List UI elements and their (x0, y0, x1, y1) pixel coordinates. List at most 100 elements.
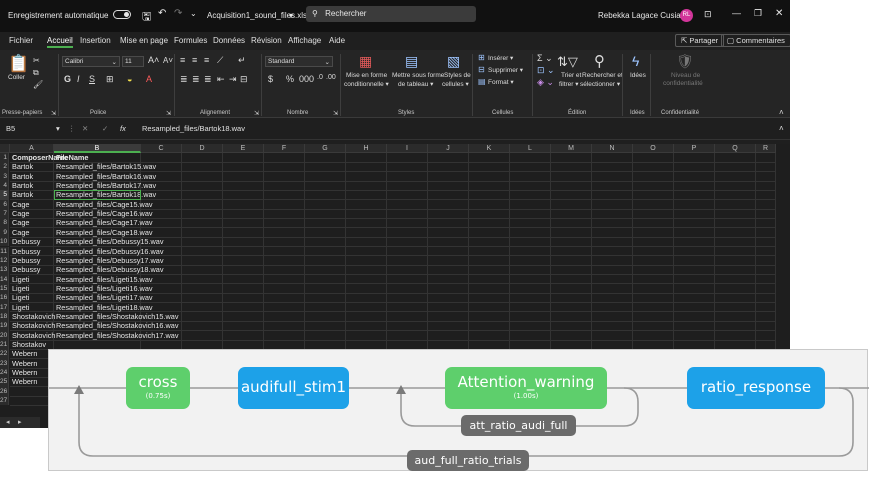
row-header[interactable]: 24 (0, 368, 9, 378)
cell-styles-label-2[interactable]: cellules ▾ (442, 80, 469, 88)
table-cell[interactable]: Ligeti (10, 275, 29, 284)
column-header-i[interactable]: I (387, 144, 428, 153)
table-cell[interactable]: Debussy (10, 256, 40, 265)
ideas-label[interactable]: Idées (630, 72, 646, 79)
table-cell[interactable]: Resampled_files/Cage17.wav (54, 218, 153, 227)
sensitivity-label-1[interactable]: Niveau de (671, 72, 700, 79)
paste-icon[interactable]: 📋 (8, 54, 29, 74)
font-size-select[interactable]: 11 (122, 56, 144, 67)
routine-cross[interactable]: cross (0.75s) (126, 367, 190, 409)
column-header-h[interactable]: H (346, 144, 387, 153)
search-box[interactable]: ⚲ Rechercher (306, 6, 476, 22)
sort-filter-label-2[interactable]: filtrer ▾ (559, 80, 579, 88)
font-name-select[interactable]: Calibri ⌄ (62, 56, 120, 67)
row-header[interactable]: 25 (0, 377, 9, 387)
column-header-q[interactable]: Q (715, 144, 756, 153)
table-cell[interactable]: Webern (10, 359, 37, 368)
column-header-a[interactable]: A (10, 144, 54, 153)
routine-audifull-stim1[interactable]: audifull_stim1 (238, 367, 349, 409)
table-cell[interactable]: Resampled_files/Ligeti17.wav (54, 293, 153, 302)
select-all-corner[interactable] (0, 144, 10, 153)
row-header[interactable]: 20 (0, 330, 9, 340)
enter-icon[interactable]: ✓ (102, 124, 108, 133)
row-header[interactable]: 27 (0, 396, 9, 406)
column-header-m[interactable]: M (551, 144, 592, 153)
table-cell[interactable]: Resampled_files/Bartok15.wav (54, 162, 156, 171)
routine-attention-warning[interactable]: Attention_warning (1.00s) (445, 367, 607, 409)
column-header-n[interactable]: N (592, 144, 633, 153)
sensitivity-label-2[interactable]: confidentialité (663, 80, 703, 87)
row-header[interactable]: 8 (0, 218, 9, 228)
format-label[interactable]: Format ▾ (488, 78, 514, 86)
format-icon[interactable]: ▤ (478, 77, 486, 86)
table-cell[interactable]: Ligeti (10, 293, 29, 302)
table-cell[interactable]: Shostakovich (10, 321, 55, 330)
number-format-select[interactable]: Standard ⌄ (265, 56, 333, 67)
bold-icon[interactable]: G (64, 74, 71, 84)
column-title-cell[interactable]: FileName (54, 153, 88, 162)
increase-decimal-icon[interactable]: .0 (317, 74, 323, 81)
underline-icon[interactable]: S (89, 74, 95, 84)
table-cell[interactable]: Shostakovich (10, 331, 55, 340)
table-cell[interactable]: Debussy (10, 237, 40, 246)
table-cell[interactable]: Ligeti (10, 284, 29, 293)
routine-ratio-response[interactable]: ratio_response (687, 367, 825, 409)
align-left-icon[interactable]: ≣ (180, 74, 188, 85)
redo-icon[interactable]: ↷ (174, 8, 182, 19)
row-header[interactable]: 16 (0, 293, 9, 303)
insert-icon[interactable]: ⊞ (478, 53, 485, 62)
delete-label[interactable]: Supprimer ▾ (488, 66, 523, 74)
row-header[interactable]: 5 (0, 190, 9, 200)
minimize-icon[interactable]: — (732, 8, 741, 18)
conditional-format-icon[interactable]: ▦ (359, 53, 372, 70)
indent-icon[interactable]: ⇤ (217, 74, 225, 85)
table-cell[interactable]: Cage (10, 228, 29, 237)
column-header-j[interactable]: J (428, 144, 469, 153)
row-header[interactable]: 11 (0, 246, 9, 256)
loop-aud-full-ratio-trials[interactable]: aud_full_ratio_trials (407, 450, 529, 471)
tab-accueil[interactable]: Accueil (47, 36, 73, 48)
column-header-d[interactable]: D (182, 144, 223, 153)
row-header[interactable]: 7 (0, 209, 9, 219)
column-header-o[interactable]: O (633, 144, 674, 153)
prev-sheet-icon[interactable]: ◂ (6, 418, 10, 426)
table-cell[interactable]: Resampled_files/Debussy15.wav (54, 237, 163, 246)
collapse-ribbon-icon[interactable]: ˄ (779, 108, 784, 117)
tab-insertion[interactable]: Insertion (80, 36, 111, 45)
table-cell[interactable]: Resampled_files/Cage15.wav (54, 200, 153, 209)
row-header[interactable]: 3 (0, 171, 9, 182)
table-cell[interactable]: Resampled_files/Ligeti15.wav (54, 275, 153, 284)
insert-label[interactable]: Insérer ▾ (488, 54, 513, 62)
autosave-toggle[interactable] (113, 10, 131, 19)
column-header-f[interactable]: F (264, 144, 305, 153)
align-center-icon[interactable]: ≣ (192, 74, 200, 85)
fill-color-icon[interactable]: ◒ (127, 74, 132, 84)
cut-icon[interactable]: ✂ (33, 56, 40, 65)
outdent-icon[interactable]: ⇥ (229, 74, 237, 85)
table-cell[interactable]: Ligeti (10, 303, 29, 312)
borders-icon[interactable]: ⊞ (106, 74, 114, 85)
table-cell[interactable]: Debussy (10, 247, 40, 256)
table-cell[interactable]: Shostakovich (10, 312, 55, 321)
sort-filter-label-1[interactable]: Trier et (561, 72, 581, 79)
alignment-launcher-icon[interactable]: ⇲ (254, 110, 259, 117)
percent-icon[interactable]: % (286, 74, 294, 84)
currency-icon[interactable]: $ (268, 74, 273, 84)
thousands-icon[interactable]: 000 (299, 74, 314, 84)
column-header-p[interactable]: P (674, 144, 715, 153)
file-name-caret-icon[interactable]: ▾ (289, 11, 293, 20)
merge-icon[interactable]: ⊟ (240, 74, 248, 85)
row-header[interactable]: 6 (0, 199, 9, 210)
table-cell[interactable]: Resampled_files/Shostakovich15.wav (54, 312, 179, 321)
table-cell[interactable]: Bartok (10, 181, 33, 190)
shrink-font-icon[interactable]: A˅ (163, 56, 173, 65)
table-cell[interactable]: Resampled_files/Bartok16.wav (54, 172, 156, 181)
row-header[interactable]: 18 (0, 311, 9, 322)
clear-icon[interactable]: ◈ ⌄ (537, 77, 554, 88)
row-header[interactable]: 9 (0, 227, 9, 238)
row-header[interactable]: 2 (0, 162, 9, 172)
tab-mise-en-page[interactable]: Mise en page (120, 36, 168, 45)
table-cell[interactable]: Resampled_files/Shostakovich16.wav (54, 321, 179, 330)
copy-icon[interactable]: ⧉ (33, 68, 39, 78)
font-color-icon[interactable]: A (146, 74, 152, 84)
